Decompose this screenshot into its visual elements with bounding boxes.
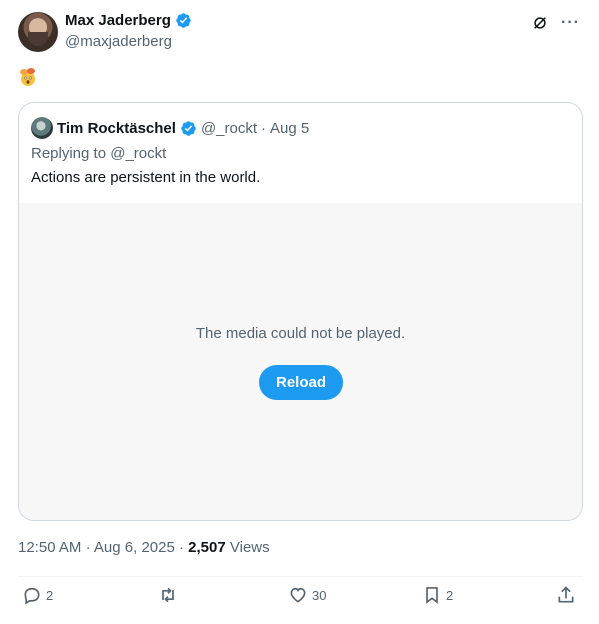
quoted-post-header: Tim Rocktäschel @_rockt · Aug 5 <box>31 117 309 139</box>
meta-separator: · <box>178 539 184 556</box>
author-handle[interactable]: @maxjaderberg <box>65 33 172 50</box>
post-date[interactable]: Aug 6, 2025 <box>94 539 175 556</box>
reply-button[interactable]: 2 <box>22 585 53 605</box>
action-bar: 2 30 2 <box>18 585 583 615</box>
quoted-post-text: Actions are persistent in the world. <box>31 169 261 186</box>
share-button[interactable] <box>556 585 576 605</box>
divider <box>18 576 583 577</box>
bookmark-count: 2 <box>446 587 454 603</box>
like-count: 30 <box>312 587 327 603</box>
exploding-head-emoji <box>20 68 35 86</box>
meta-separator: · <box>85 539 91 556</box>
quoted-post-date[interactable]: Aug 5 <box>270 120 309 137</box>
author-display-name[interactable]: Max Jaderberg <box>65 12 171 29</box>
retweet-icon <box>162 587 174 603</box>
share-icon <box>558 586 574 603</box>
bookmark-button[interactable]: 2 <box>422 585 453 605</box>
views-label: Views <box>229 539 270 556</box>
quoted-post[interactable]: Tim Rocktäschel @_rockt · Aug 5 Replying… <box>18 102 583 521</box>
more-icon[interactable]: ··· <box>561 15 580 31</box>
verified-badge-icon <box>181 120 196 136</box>
media-error-message: The media could not be played. <box>195 325 406 342</box>
verified-badge-icon <box>176 13 191 28</box>
reply-context: Replying to @_rockt <box>31 145 167 162</box>
bookmark-icon <box>426 587 438 604</box>
retweet-button[interactable] <box>158 585 178 605</box>
reply-count: 2 <box>46 587 54 603</box>
grok-icon[interactable] <box>531 14 549 32</box>
post-text: 🤯 <box>18 67 38 87</box>
like-icon <box>290 587 306 603</box>
media-player: The media could not be played. Reload <box>19 203 582 520</box>
reload-button[interactable]: Reload <box>259 365 343 400</box>
reply-icon <box>24 587 40 605</box>
quoted-author-handle[interactable]: @_rockt <box>201 120 257 137</box>
quoted-author-avatar[interactable] <box>31 117 53 139</box>
author-name-row: Max Jaderberg <box>65 12 192 29</box>
header-actions: ··· <box>531 14 580 32</box>
views-count: 2,507 <box>188 539 226 556</box>
quoted-author-name[interactable]: Tim Rocktäschel <box>57 120 176 137</box>
post-time[interactable]: 12:50 AM <box>18 539 81 556</box>
post-timestamp: 12:50 AM · Aug 6, 2025 · 2,507 Views <box>18 539 270 556</box>
meta-separator: · <box>261 119 267 137</box>
post-header: Max Jaderberg @maxjaderberg ··· <box>18 10 588 60</box>
author-avatar[interactable] <box>18 12 58 52</box>
like-button[interactable]: 30 <box>288 585 326 605</box>
